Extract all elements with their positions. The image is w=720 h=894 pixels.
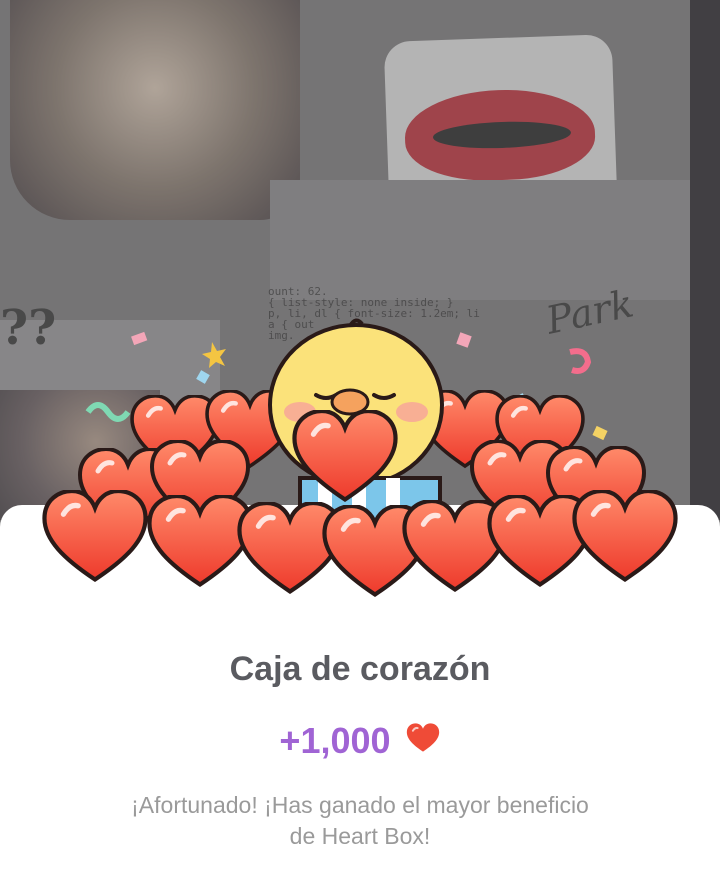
reward-amount: +1,000 xyxy=(279,720,391,761)
reward-message: ¡Afortunado! ¡Has ganado el mayor benefi… xyxy=(0,790,720,852)
heart-box-illustration xyxy=(0,318,720,620)
reward-message-line: de Heart Box! xyxy=(289,823,431,849)
reward-message-line: ¡Afortunado! ¡Has ganado el mayor benefi… xyxy=(131,792,589,818)
heart-icon xyxy=(405,722,441,764)
sheet-title: Caja de corazón xyxy=(229,650,491,688)
reward-amount-row: +1,000 xyxy=(0,720,720,764)
